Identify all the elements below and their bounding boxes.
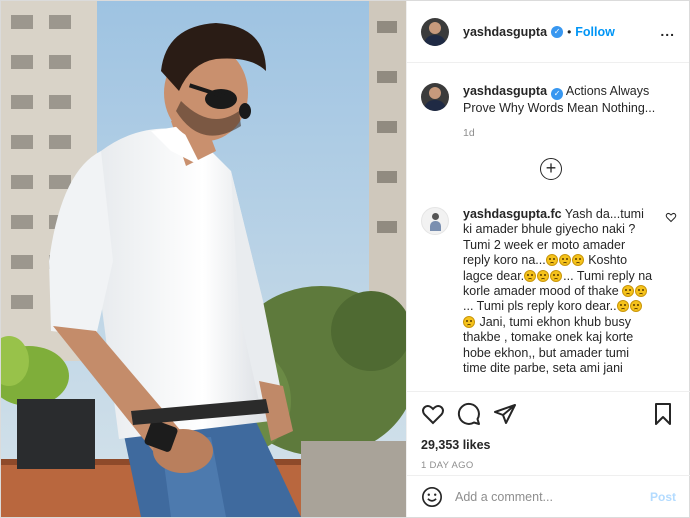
post-caption: yashdasgupta ✓ Actions Always Prove Why W… [407, 63, 689, 117]
username-link[interactable]: yashdasgupta [463, 25, 547, 39]
action-icons-row [421, 402, 676, 428]
instagram-post: yashdasgupta ✓ • Follow ... yashdasgupta… [0, 0, 690, 518]
comment-line: koro dear.. [557, 299, 617, 314]
post-image [1, 1, 406, 517]
post-side-panel: yashdasgupta ✓ • Follow ... yashdasgupta… [406, 1, 690, 517]
comment-like-heart-icon[interactable] [665, 211, 677, 223]
avatar[interactable] [421, 17, 449, 46]
emoji-smile-icon[interactable] [421, 486, 443, 508]
commenter-avatar[interactable] [421, 207, 449, 235]
comment-username[interactable]: yashdasgupta.fc [463, 207, 562, 221]
load-more-comments-icon[interactable]: + [540, 158, 562, 180]
caption-text: yashdasgupta ✓ Actions Always Prove Why W… [463, 83, 663, 117]
follow-button[interactable]: Follow [575, 25, 615, 39]
sad-emoji-icon [524, 269, 537, 282]
post-actions: 29,353 likes 1 DAY AGO [407, 391, 690, 471]
sad-emoji-icon [571, 254, 584, 267]
comment-item: yashdasgupta.fc Yash da...tumi ki amader… [421, 207, 679, 391]
sad-emoji-icon [629, 300, 642, 313]
comment-line: of thake [574, 284, 619, 299]
sad-emoji-icon [550, 269, 563, 282]
sad-emoji-icon [616, 300, 629, 313]
likes-count[interactable]: 29,353 likes [421, 438, 676, 452]
comment-line: hobe ekhon,, but amader tumi [463, 345, 630, 360]
comment-line: ... Tumi pls reply [463, 299, 554, 314]
comment-line: time dite parbe, seta ami jani [463, 361, 623, 376]
sad-emoji-icon [635, 285, 648, 298]
bookmark-icon[interactable] [651, 402, 675, 426]
add-comment-bar: Add a comment... Post [407, 475, 690, 517]
comment-icon[interactable] [457, 402, 481, 426]
caption-timestamp[interactable]: 1d [463, 127, 689, 139]
heart-icon[interactable] [421, 402, 445, 426]
post-comment-button[interactable]: Post [650, 490, 676, 504]
separator-dot: • [567, 24, 572, 39]
sad-emoji-icon [537, 269, 550, 282]
post-date[interactable]: 1 DAY AGO [421, 460, 676, 471]
more-options-icon[interactable]: ... [660, 23, 675, 39]
caption-username[interactable]: yashdasgupta [463, 84, 547, 98]
comment-line: koro na... [493, 253, 546, 268]
comment-line: thakbe , tomake onek kaj korte [463, 330, 634, 345]
sad-emoji-icon [545, 254, 558, 267]
post-header: yashdasgupta ✓ • Follow ... [407, 1, 689, 63]
sad-emoji-icon [622, 285, 635, 298]
sad-emoji-icon [463, 315, 475, 328]
comment-input[interactable]: Add a comment... [455, 490, 650, 504]
post-photo[interactable] [1, 1, 406, 517]
comment-text: yashdasgupta.fc Yash da...tumi ki amader… [463, 207, 653, 391]
verified-badge-icon: ✓ [551, 25, 564, 38]
verified-badge-icon: ✓ [551, 88, 564, 100]
share-icon[interactable] [493, 402, 517, 426]
comment-line: ... [563, 268, 574, 283]
caption-avatar[interactable] [421, 83, 449, 111]
comment-line: Jani, tumi ekhon khub busy [479, 314, 631, 329]
sad-emoji-icon [558, 254, 571, 267]
